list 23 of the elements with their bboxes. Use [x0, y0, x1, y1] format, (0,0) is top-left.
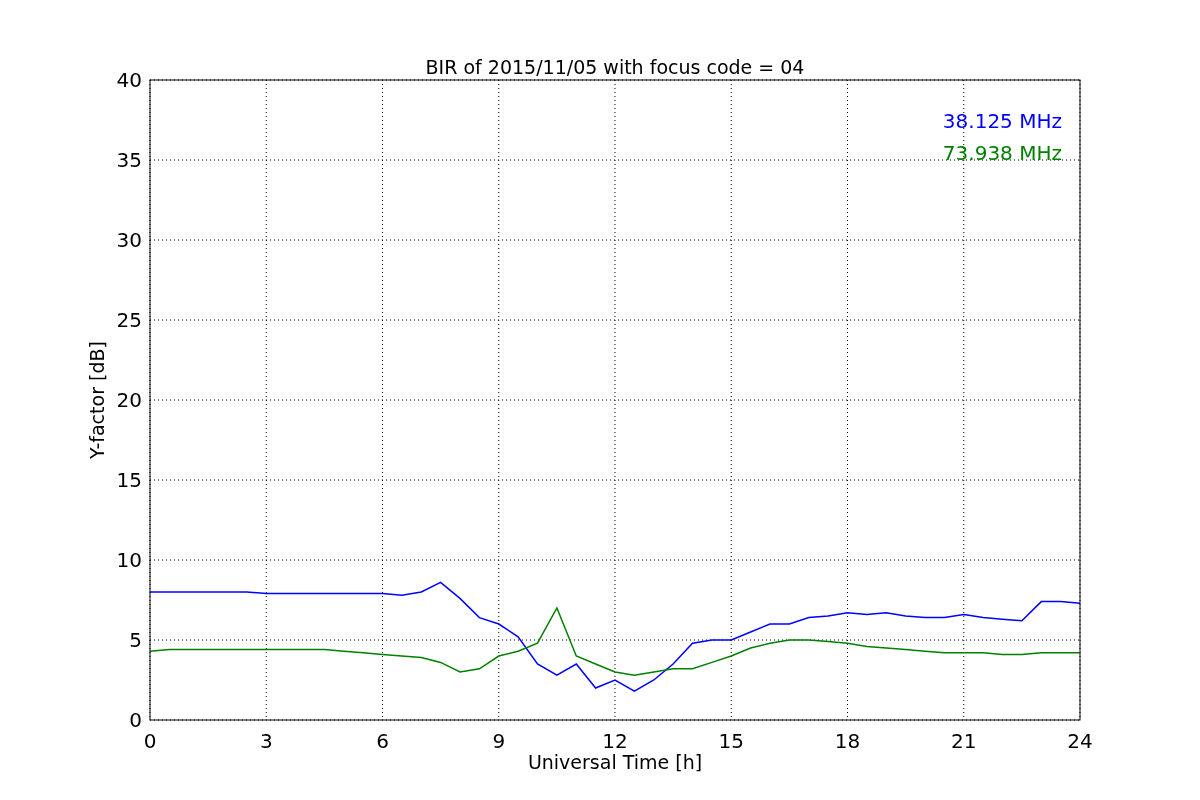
y-tick-label: 15 [116, 468, 142, 492]
y-tick-label: 30 [116, 228, 142, 252]
y-tick-label: 25 [116, 308, 142, 332]
x-tick-label: 12 [602, 729, 628, 753]
x-tick-label: 18 [834, 729, 861, 753]
x-tick-label: 6 [376, 729, 389, 753]
chart-title: BIR of 2015/11/05 with focus code = 04 [425, 56, 805, 78]
x-tick-label: 3 [259, 729, 273, 753]
x-tick-label: 21 [951, 729, 977, 753]
x-tick-label: 15 [718, 729, 744, 753]
y-tick-label: 35 [116, 148, 142, 172]
x-tick-label: 24 [1067, 729, 1093, 753]
legend-label: 38.125 MHz [942, 109, 1062, 133]
y-tick-label: 40 [116, 68, 142, 92]
y-tick-label: 0 [129, 708, 142, 732]
y-axis-label: Y-factor [dB] [86, 341, 108, 459]
legend-label: 73.938 MHz [942, 141, 1062, 165]
y-tick-label: 10 [116, 548, 142, 572]
x-axis-label: Universal Time [h] [527, 751, 703, 773]
y-tick-label: 5 [129, 628, 142, 652]
y-tick-label: 20 [116, 388, 142, 412]
x-tick-label: 0 [143, 729, 157, 753]
x-tick-label: 9 [492, 729, 506, 753]
